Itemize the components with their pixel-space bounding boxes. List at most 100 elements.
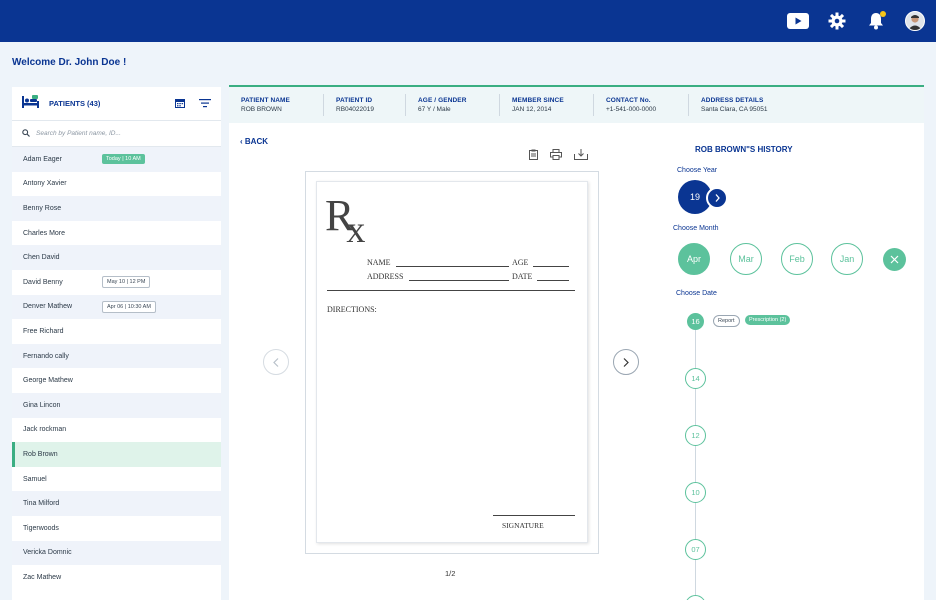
info-value: 67 Y / Male — [418, 106, 451, 113]
rx-name-label: NAME — [367, 258, 391, 267]
month-feb[interactable]: Feb — [781, 243, 813, 275]
patient-list: Adam Eager Today | 10 AM Antony Xavier Benn… — [12, 147, 221, 590]
page-indicator: 1/2 — [445, 569, 456, 578]
month-apr[interactable]: Apr — [678, 243, 710, 275]
document-tools — [529, 147, 588, 165]
info-patient-name: PATIENT NAME ROB BROWN — [229, 94, 324, 116]
patient-name: Fernando cally — [23, 352, 69, 360]
appointment-badge: Today | 10 AM — [102, 154, 145, 165]
patient-list-panel: PATIENTS (43) Search by Patient name, ID… — [12, 87, 221, 600]
list-item[interactable]: George Mathew — [12, 368, 221, 393]
rx-age-line — [533, 266, 569, 267]
next-year-button[interactable] — [706, 187, 728, 209]
back-button[interactable]: ‹ BACK — [240, 137, 268, 146]
avatar[interactable] — [904, 10, 926, 32]
notification-dot — [880, 11, 886, 17]
print-icon[interactable] — [550, 147, 562, 165]
list-item[interactable]: Tigerwoods — [12, 515, 221, 541]
date-node-07[interactable]: 07 — [685, 539, 706, 560]
rx-signature-label: SIGNATURE — [502, 521, 544, 530]
list-item[interactable]: Rob Brown — [12, 442, 221, 467]
patient-info-bar: PATIENT NAME ROB BROWN PATIENT ID RB0402… — [229, 87, 924, 123]
list-item[interactable]: Samuel — [12, 466, 221, 492]
patient-name: Vericka Domnic — [23, 549, 72, 557]
top-icons — [770, 10, 926, 32]
patient-name: Tina Milford — [23, 500, 60, 508]
gear-icon[interactable] — [826, 10, 848, 32]
rx-name-line — [396, 266, 509, 267]
list-item[interactable]: Jack rockman — [12, 417, 221, 443]
date-node-16[interactable]: 16 — [687, 313, 704, 330]
month-mar[interactable]: Mar — [730, 243, 762, 275]
youtube-icon[interactable] — [787, 10, 809, 32]
history-title: ROB BROWN"S HISTORY — [695, 145, 793, 154]
patient-name: Benny Rose — [23, 204, 62, 212]
list-item[interactable]: Benny Rose — [12, 196, 221, 221]
list-item[interactable]: Free Richard — [12, 319, 221, 344]
info-member-since: MEMBER SINCE JAN 12, 2014 — [500, 94, 594, 116]
patient-name: Gina Lincon — [23, 401, 61, 409]
date-node-10[interactable]: 10 — [685, 482, 706, 503]
info-label: ADDRESS DETAILS — [701, 97, 764, 104]
patient-name: Adam Eager — [23, 155, 62, 163]
list-item[interactable]: Adam Eager Today | 10 AM — [12, 147, 221, 172]
date-node-14[interactable]: 14 — [685, 368, 706, 389]
top-navbar — [0, 0, 936, 42]
list-item[interactable]: Zac Mathew — [12, 565, 221, 590]
clipboard-icon[interactable] — [529, 147, 538, 165]
info-label: MEMBER SINCE — [512, 97, 564, 104]
rx-address-label: ADDRESS — [367, 272, 404, 281]
patient-name: Chen David — [23, 254, 60, 262]
list-item[interactable]: Antony Xavier — [12, 171, 221, 197]
list-item[interactable]: Tina Milford — [12, 491, 221, 516]
next-page-button[interactable] — [613, 349, 639, 375]
list-item[interactable]: Vericka Domnic — [12, 540, 221, 566]
patient-name: Rob Brown — [23, 450, 58, 458]
report-chip[interactable]: Report — [713, 315, 740, 327]
patient-list-header: PATIENTS (43) — [12, 87, 221, 121]
bed-icon — [22, 94, 39, 113]
list-item[interactable]: Gina Lincon — [12, 392, 221, 418]
list-item[interactable]: Chen David — [12, 245, 221, 270]
patient-name: Denver Mathew — [23, 303, 73, 311]
patient-name: Charles More — [23, 229, 66, 237]
patient-name: Antony Xavier — [23, 180, 67, 188]
month-jan[interactable]: Jan — [831, 243, 863, 275]
patient-name: Jack rockman — [23, 426, 67, 434]
info-address: ADDRESS DETAILS Santa Clara, CA 95051 — [689, 94, 809, 116]
list-item[interactable]: David Benny May 10 | 12 PM — [12, 269, 221, 295]
date-node-next[interactable] — [685, 595, 706, 600]
date-node-12[interactable]: 12 — [685, 425, 706, 446]
prescription-chip[interactable]: Prescription (2) — [745, 315, 791, 325]
close-icon[interactable] — [883, 248, 906, 271]
info-patient-id: PATIENT ID RB04022019 — [324, 94, 406, 116]
list-item[interactable]: Charles More — [12, 220, 221, 246]
prescription-sheet: Rx NAME AGE ADDRESS DATE DIRECTIONS: SIG… — [316, 181, 588, 543]
list-item[interactable]: Fernando cally — [12, 343, 221, 369]
search-icon — [22, 128, 30, 139]
rx-date-label: DATE — [512, 272, 533, 281]
calendar-icon[interactable] — [175, 95, 185, 113]
patient-search[interactable]: Search by Patient name, ID... — [12, 121, 221, 147]
download-icon[interactable] — [574, 147, 588, 165]
patient-name: Tigerwoods — [23, 524, 59, 532]
info-contact: CONTACT No. +1-541-000-0000 — [594, 94, 689, 116]
info-label: PATIENT NAME — [241, 97, 290, 104]
patient-name: George Mathew — [23, 377, 73, 385]
prev-page-button[interactable] — [263, 349, 289, 375]
patient-name: Zac Mathew — [23, 573, 62, 581]
list-item[interactable]: Denver Mathew Apr 06 | 10:30 AM — [12, 294, 221, 320]
choose-month-label: Choose Month — [673, 225, 719, 232]
rx-address-line — [409, 280, 509, 281]
bell-icon[interactable] — [865, 10, 887, 32]
back-label: BACK — [244, 137, 269, 146]
patient-detail-panel: PATIENT NAME ROB BROWN PATIENT ID RB0402… — [229, 85, 924, 600]
info-label: CONTACT No. — [606, 97, 651, 104]
info-label: PATIENT ID — [336, 97, 373, 104]
search-input[interactable]: Search by Patient name, ID... — [36, 130, 121, 137]
info-value: RB04022019 — [336, 106, 374, 113]
choose-year-label: Choose Year — [677, 167, 718, 174]
filter-icon[interactable] — [199, 95, 211, 113]
appointment-badge: May 10 | 12 PM — [102, 276, 151, 289]
year-value: 19 — [689, 192, 700, 202]
